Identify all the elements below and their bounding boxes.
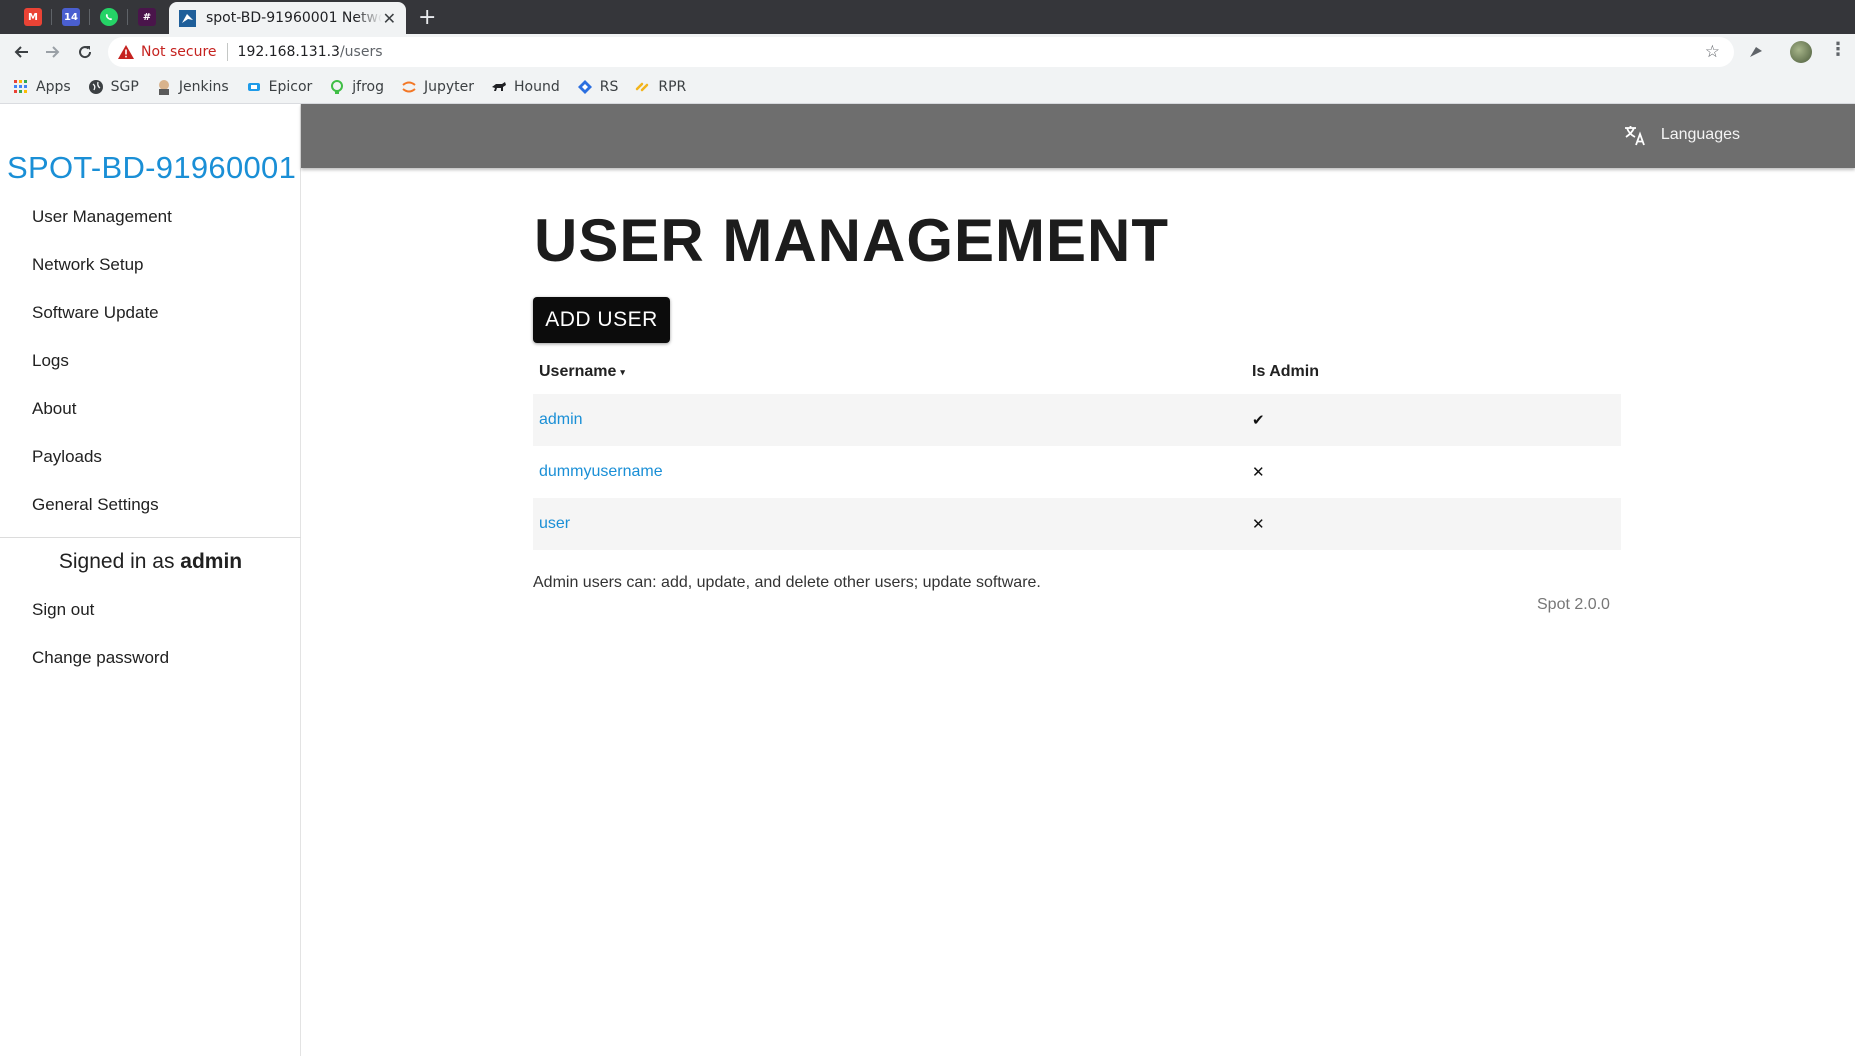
page: SPOT-BD-91960001 User Management Network… (0, 104, 1855, 1056)
calendar-icon: 14 (62, 8, 80, 26)
signed-in-user: admin (180, 550, 243, 573)
bookmark-jenkins[interactable]: Jenkins (156, 79, 229, 95)
languages-button[interactable]: Languages (1623, 123, 1740, 147)
tab-active[interactable]: spot-BD-91960001 Network ✕ (169, 2, 406, 34)
tab-close-icon[interactable]: ✕ (383, 9, 396, 28)
security-label[interactable]: Not secure (141, 44, 217, 60)
bookmark-sgp[interactable]: SGP (88, 79, 139, 95)
slack-icon: # (138, 8, 156, 26)
warning-icon (118, 45, 134, 59)
bookmark-jupyter[interactable]: Jupyter (401, 79, 474, 95)
nav-software-update[interactable]: Software Update (32, 303, 159, 323)
admin-cross-icon: ✕ (1252, 463, 1265, 481)
diamond-icon (577, 79, 592, 94)
jfrog-icon (331, 79, 344, 94)
column-header-label: Username (539, 363, 617, 380)
pinned-tab-whatsapp[interactable] (90, 0, 128, 34)
bookmark-star-icon[interactable]: ☆ (1705, 42, 1720, 62)
hound-icon (492, 81, 507, 91)
apps-grid-icon (14, 79, 27, 93)
bookmark-label: SGP (110, 78, 139, 95)
signed-in-prefix: Signed in as (58, 550, 175, 573)
sort-caret-icon: ▾ (620, 367, 625, 377)
admin-cross-icon: ✕ (1252, 515, 1265, 533)
back-icon[interactable] (10, 41, 32, 63)
forward-icon[interactable] (42, 41, 64, 63)
tab-title: spot-BD-91960001 Network (206, 10, 382, 26)
nav-about[interactable]: About (32, 399, 76, 419)
new-tab-button[interactable]: + (418, 5, 436, 30)
jenkins-icon (158, 79, 169, 95)
whatsapp-icon (100, 8, 118, 26)
pinned-tab-gmail[interactable]: M (14, 0, 52, 34)
browser-toolbar: Not secure 192.168.131.3/users ☆ ⋮ (0, 34, 1855, 70)
bookmark-jfrog[interactable]: jfrog (329, 79, 384, 95)
sidebar-divider (0, 537, 301, 538)
jupyter-icon (402, 81, 416, 92)
pinned-tab-slack[interactable]: # (128, 0, 166, 34)
sign-out-link[interactable]: Sign out (32, 600, 94, 620)
bookmark-epicor[interactable]: Epicor (246, 78, 313, 95)
bookmark-label: jfrog (352, 78, 384, 95)
address-bar[interactable]: Not secure 192.168.131.3/users ☆ (108, 37, 1734, 67)
nav-payloads[interactable]: Payloads (32, 447, 102, 467)
bookmark-label: Epicor (268, 78, 313, 95)
languages-label: Languages (1660, 126, 1740, 143)
admin-note: Admin users can: add, update, and delete… (533, 574, 1041, 591)
bookmark-rpr[interactable]: RPR (635, 79, 686, 95)
page-title: USER MANAGEMENT (534, 207, 1170, 274)
sidebar: SPOT-BD-91960001 User Management Network… (0, 104, 301, 1056)
link-icon (636, 82, 649, 91)
bookmark-label: Jenkins (178, 78, 229, 95)
bookmark-apps[interactable]: Apps (13, 79, 71, 95)
column-header-label: Is Admin (1252, 363, 1319, 380)
bookmark-label: Jupyter (423, 78, 475, 95)
nav-user-management[interactable]: User Management (32, 207, 172, 227)
globe-icon (88, 79, 103, 94)
table-row: dummyusername ✕ (533, 446, 1621, 498)
epicor-icon (247, 82, 260, 91)
brand-title[interactable]: SPOT-BD-91960001 (7, 150, 296, 186)
translate-icon (1624, 126, 1645, 146)
admin-check-icon: ✔ (1252, 411, 1265, 429)
spot-favicon-icon (179, 9, 196, 27)
profile-avatar[interactable] (1790, 41, 1812, 63)
bookmark-label: Hound (514, 78, 560, 95)
nav-logs[interactable]: Logs (32, 351, 69, 371)
bookmark-label: RPR (658, 78, 687, 95)
version-label: Spot 2.0.0 (1537, 596, 1610, 613)
nav-network-setup[interactable]: Network Setup (32, 255, 144, 275)
add-user-button[interactable]: ADD USER (533, 297, 670, 343)
username-link[interactable]: user (539, 498, 570, 550)
browser-tabstrip: M 14 # spot-BD-91960001 Network ✕ + (0, 0, 1855, 34)
url-host: 192.168.131.3 (237, 44, 340, 60)
table-row: admin ✔ (533, 394, 1621, 446)
url-path: /users (339, 44, 383, 60)
reload-icon[interactable] (74, 41, 96, 63)
gmail-icon: M (24, 8, 42, 26)
username-link[interactable]: dummyusername (539, 446, 663, 498)
nav-general-settings[interactable]: General Settings (32, 495, 159, 515)
column-header-username[interactable]: Username ▾ (539, 350, 625, 394)
top-app-bar: Languages (301, 104, 1855, 168)
bookmark-label: Apps (36, 78, 71, 95)
bookmark-label: RS (599, 78, 619, 95)
extension-icon[interactable] (1746, 42, 1766, 62)
change-password-link[interactable]: Change password (32, 648, 169, 668)
signed-in-status: Signed in as admin (0, 550, 301, 574)
table-row: user ✕ (533, 498, 1621, 550)
bookmark-rs[interactable]: RS (577, 78, 619, 95)
pinned-tab-calendar[interactable]: 14 (52, 0, 90, 34)
column-header-is-admin[interactable]: Is Admin (1252, 350, 1319, 394)
bookmark-hound[interactable]: Hound (491, 79, 560, 95)
username-link[interactable]: admin (539, 394, 583, 446)
bookmarks-bar: Apps SGP Jenkins Epicor jfrog Jupyter Ho… (0, 70, 1855, 104)
browser-menu-icon[interactable]: ⋮ (1829, 39, 1847, 60)
